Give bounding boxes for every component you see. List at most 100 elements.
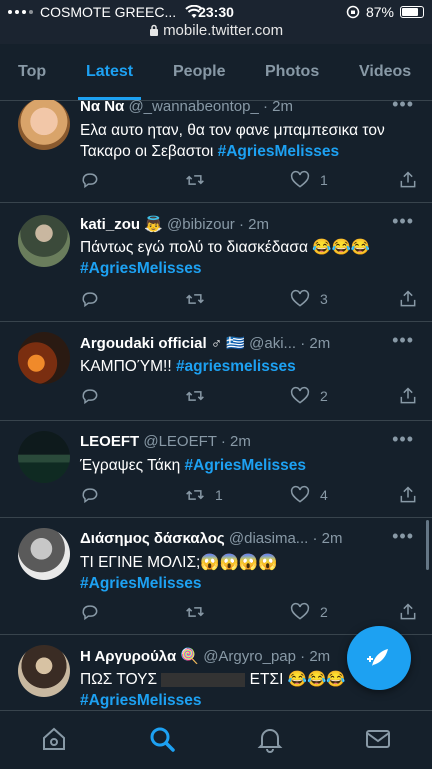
tweet-text: ΤΙ ΕΓΙΝΕ ΜΟΛΙΣ;😱😱😱😱 #AgriesMelisses xyxy=(80,554,278,592)
display-name[interactable]: Η Αργυρούλα 🍭 xyxy=(80,648,199,665)
nav-search[interactable] xyxy=(148,725,176,753)
share-icon xyxy=(400,486,416,503)
display-name[interactable]: Να Να xyxy=(80,100,124,115)
reply-icon xyxy=(82,292,98,308)
avatar[interactable] xyxy=(18,332,70,384)
timestamp[interactable]: · 2m xyxy=(221,433,251,450)
tweet-card[interactable]: LEOEFT @LEOEFT · 2m ••• Έγραψες Τάκη #Ag… xyxy=(0,421,432,518)
hashtag-link[interactable]: #AgriesMelisses xyxy=(80,692,202,709)
handle[interactable]: @aki... xyxy=(249,335,296,352)
hashtag-link[interactable]: #AgriesMelisses xyxy=(218,143,340,160)
like-count: 1 xyxy=(320,172,328,188)
timestamp[interactable]: · 2m xyxy=(239,216,269,233)
display-name[interactable]: Διάσημος δάσκαλος xyxy=(80,530,225,547)
handle[interactable]: @Argyro_pap xyxy=(203,648,296,665)
timestamp[interactable]: · 2m xyxy=(300,335,330,352)
share-button[interactable] xyxy=(398,289,418,309)
hashtag-link[interactable]: #AgriesMelisses xyxy=(185,457,307,474)
tweet-feed[interactable]: Να Να @_wannabeontop_ · 2m ••• Ελα αυτο … xyxy=(0,100,432,710)
tweet-actions: 2 xyxy=(80,602,418,626)
battery-percent: 87% xyxy=(365,4,394,20)
more-options-icon[interactable]: ••• xyxy=(392,526,414,547)
scrollbar[interactable] xyxy=(426,520,429,570)
tab-top[interactable]: Top xyxy=(18,44,46,100)
tweet-card[interactable]: Argoudaki official ♂ 🇬🇷 @aki... · 2m •••… xyxy=(0,322,432,421)
retweet-button[interactable] xyxy=(185,602,205,622)
retweet-button[interactable] xyxy=(185,170,205,190)
avatar[interactable] xyxy=(18,645,70,697)
reply-icon xyxy=(82,605,98,621)
compose-tweet-button[interactable] xyxy=(347,626,411,690)
more-options-icon[interactable]: ••• xyxy=(392,211,414,232)
tab-people[interactable]: People xyxy=(173,44,225,100)
display-name[interactable]: kati_zou 👼 xyxy=(80,216,163,233)
heart-icon xyxy=(290,602,310,620)
retweet-icon xyxy=(186,607,204,617)
share-icon xyxy=(400,603,416,620)
avatar[interactable] xyxy=(18,100,70,150)
nav-home[interactable] xyxy=(40,725,68,753)
timestamp[interactable]: · 2m xyxy=(300,648,330,665)
handle[interactable]: @_wannabeontop_ xyxy=(128,100,258,115)
handle[interactable]: @diasima... xyxy=(229,530,308,547)
tweet-card[interactable]: Διάσημος δάσκαλος @diasima... · 2m ••• Τ… xyxy=(0,518,432,635)
search-tabs: Top Latest People Photos Videos xyxy=(0,44,432,101)
like-button[interactable]: 4 xyxy=(290,485,328,505)
avatar[interactable] xyxy=(18,215,70,267)
hashtag-link[interactable]: #AgriesMelisses xyxy=(80,575,202,592)
share-button[interactable] xyxy=(398,602,418,622)
handle[interactable]: @LEOEFT xyxy=(143,433,216,450)
battery-icon xyxy=(400,6,424,18)
reply-button[interactable] xyxy=(80,602,100,622)
notifications-icon xyxy=(257,729,283,753)
nav-notifications[interactable] xyxy=(256,725,284,753)
retweet-icon xyxy=(186,490,204,500)
home-icon xyxy=(43,727,65,750)
like-button[interactable]: 2 xyxy=(290,386,328,406)
url-bar[interactable]: mobile.twitter.com xyxy=(0,22,432,39)
share-icon xyxy=(400,290,416,307)
retweet-button[interactable] xyxy=(185,386,205,406)
display-name[interactable]: LEOEFT xyxy=(80,433,139,450)
like-count: 4 xyxy=(320,487,328,503)
reply-button[interactable] xyxy=(80,485,100,505)
tab-videos[interactable]: Videos xyxy=(359,44,411,100)
rotation-lock-icon xyxy=(346,5,360,19)
reply-button[interactable] xyxy=(80,289,100,309)
retweet-button[interactable] xyxy=(185,289,205,309)
hashtag-link[interactable]: #AgriesMelisses xyxy=(80,260,202,277)
nav-messages[interactable] xyxy=(364,725,392,753)
tab-photos[interactable]: Photos xyxy=(265,44,319,100)
share-button[interactable] xyxy=(398,170,418,190)
like-button[interactable]: 1 xyxy=(290,170,328,190)
share-button[interactable] xyxy=(398,485,418,505)
like-count: 3 xyxy=(320,291,328,307)
heart-icon xyxy=(290,485,310,503)
timestamp[interactable]: · 2m xyxy=(312,530,342,547)
avatar[interactable] xyxy=(18,431,70,483)
reply-button[interactable] xyxy=(80,386,100,406)
like-button[interactable]: 3 xyxy=(290,289,328,309)
hashtag-link[interactable]: #agriesmelisses xyxy=(176,358,296,375)
tweet-card[interactable]: Να Να @_wannabeontop_ · 2m ••• Ελα αυτο … xyxy=(0,100,432,203)
redacted-text xyxy=(161,672,246,687)
like-button[interactable]: 2 xyxy=(290,602,328,622)
tweet-card[interactable]: kati_zou 👼 @bibizour · 2m ••• Πάντως εγώ… xyxy=(0,203,432,322)
reply-icon xyxy=(82,173,98,189)
avatar[interactable] xyxy=(18,528,70,580)
tweet-actions: 3 xyxy=(80,289,418,313)
handle[interactable]: @bibizour xyxy=(167,216,235,233)
more-options-icon[interactable]: ••• xyxy=(392,100,414,115)
retweet-count: 1 xyxy=(215,487,223,503)
tweet-actions: 1 4 xyxy=(80,485,418,509)
retweet-icon xyxy=(186,391,204,401)
tab-latest[interactable]: Latest xyxy=(78,44,142,100)
tweet-actions: 2 xyxy=(80,386,418,410)
timestamp[interactable]: · 2m xyxy=(263,100,293,115)
reply-button[interactable] xyxy=(80,170,100,190)
more-options-icon[interactable]: ••• xyxy=(392,429,414,450)
display-name[interactable]: Argoudaki official ♂ 🇬🇷 xyxy=(80,335,245,352)
share-button[interactable] xyxy=(398,386,418,406)
more-options-icon[interactable]: ••• xyxy=(392,330,414,351)
retweet-button[interactable]: 1 xyxy=(185,485,223,505)
